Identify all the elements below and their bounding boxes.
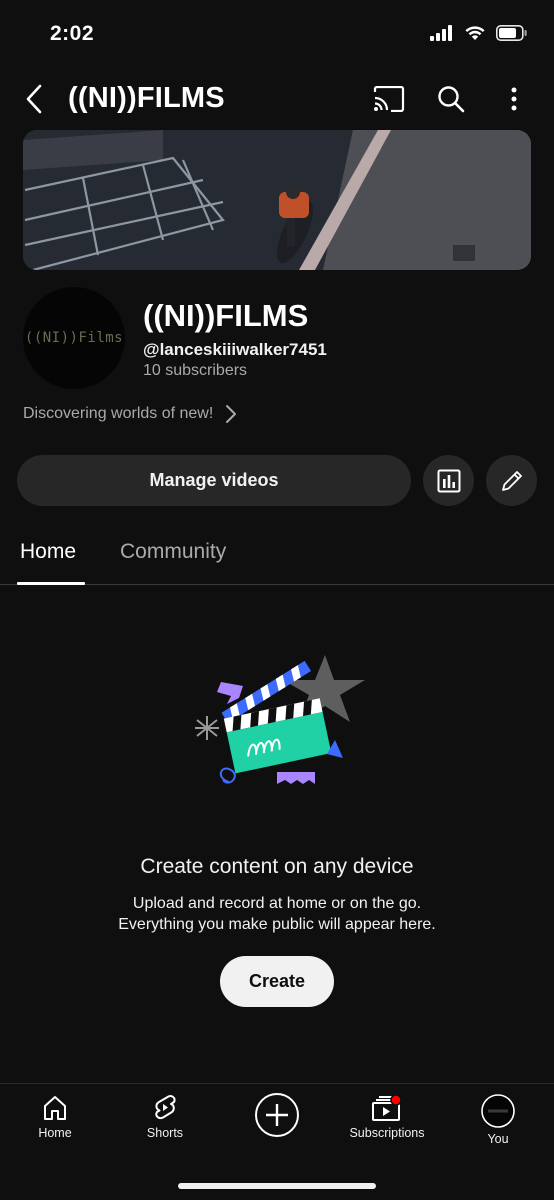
shorts-icon [155,1095,176,1120]
empty-state-line-2: Everything you make public will appear h… [118,916,436,933]
pencil-icon [501,470,522,491]
empty-state-line-1: Upload and record at home or on the go. [132,895,422,912]
status-bar: 2:02 [0,0,554,70]
search-button[interactable] [432,80,470,118]
search-icon [438,86,465,113]
analytics-button[interactable] [423,455,474,506]
app-header: ((NI))FILMS [0,70,554,128]
nav-subscriptions-label: Subscriptions [349,1126,425,1140]
create-content-illustration [187,650,372,795]
analytics-icon [437,469,460,492]
channel-avatar[interactable]: ((NI))Films [23,287,125,389]
wifi-icon [465,26,485,40]
create-button[interactable]: Create [220,956,334,1007]
home-indicator [178,1183,376,1189]
nav-home-label: Home [38,1126,72,1140]
empty-state-title: Create content on any device [140,855,414,878]
avatar-logo-text: ((NI))Films [24,330,124,346]
status-time: 2:02 [50,22,95,45]
nav-you-label: You [487,1132,509,1146]
channel-banner [23,130,531,270]
active-tab-indicator [17,582,85,585]
more-options-button[interactable] [495,80,533,118]
banner-image [23,130,531,270]
back-arrow-icon [26,84,42,114]
channel-tabs: Home Community [0,530,554,585]
create-icon [255,1093,299,1137]
empty-state-body: Upload and record at home or on the go. … [0,893,554,935]
cast-icon [373,86,405,112]
nav-home[interactable]: Home [5,1094,105,1140]
nav-shorts[interactable]: Shorts [115,1094,215,1140]
more-vertical-icon [511,87,517,111]
tab-community[interactable]: Community [120,540,226,564]
channel-handle: @lanceskiiiwalker7451 [143,340,327,359]
description-text: Discovering worlds of new! [23,405,214,422]
avatar-icon [481,1094,515,1128]
header-title: ((NI))FILMS [68,82,225,114]
channel-description[interactable]: Discovering worlds of new! [23,404,237,424]
channel-name: ((NI))FILMS [143,298,309,333]
tab-home[interactable]: Home [20,540,76,564]
nav-shorts-label: Shorts [146,1126,184,1140]
nav-create[interactable] [227,1092,327,1138]
cellular-signal-icon [430,24,452,41]
nav-you[interactable]: You [448,1094,548,1146]
manage-videos-button[interactable]: Manage videos [17,455,411,506]
edit-channel-button[interactable] [486,455,537,506]
battery-icon [496,24,527,41]
subscriptions-icon [372,1094,402,1121]
back-button[interactable] [18,80,50,118]
cast-button[interactable] [370,80,408,118]
subscriber-count: 10 subscribers [143,362,248,379]
home-icon [44,1096,66,1120]
nav-subscriptions[interactable]: Subscriptions [337,1094,437,1140]
chevron-right-icon [226,405,237,423]
status-icons [430,24,528,41]
